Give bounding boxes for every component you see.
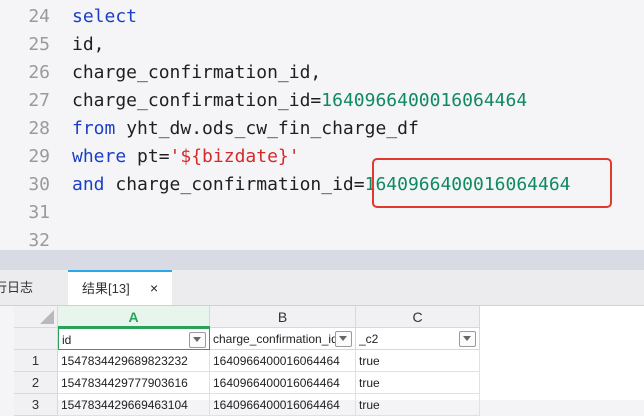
code-token: and	[72, 174, 105, 195]
row-number: 3	[14, 394, 58, 416]
field-name: _c2	[359, 332, 379, 346]
code-text: id,	[72, 31, 105, 59]
chevron-down-icon[interactable]	[459, 331, 476, 347]
table-cell[interactable]: true	[356, 372, 480, 394]
table-cell[interactable]: 1547834429669463104	[58, 394, 210, 416]
table-cell[interactable]: 1640966400016064464	[210, 372, 356, 394]
table-cell[interactable]: true	[356, 350, 480, 372]
panel-divider[interactable]	[0, 250, 644, 270]
code-text: charge_confirmation_id,	[72, 59, 321, 87]
select-all-icon	[40, 310, 54, 324]
field-name: id	[62, 333, 72, 347]
result-grid: A B C id charge_confirmation_id _c2 1 15…	[0, 306, 644, 416]
field-row-header	[14, 328, 58, 350]
field-name: charge_confirmation_id	[213, 332, 337, 346]
select-all-corner[interactable]	[14, 306, 58, 328]
code-token: =	[353, 174, 365, 195]
code-token: from	[72, 118, 116, 139]
line-number: 29	[28, 146, 50, 167]
code-line[interactable]: 27 charge_confirmation_id=164096640001606…	[0, 87, 644, 115]
code-line[interactable]: 28 from yht_dw.ods_cw_fin_charge_df	[0, 115, 644, 143]
table-cell[interactable]: 1547834429777903616	[58, 372, 210, 394]
code-line[interactable]: 25 id,	[0, 31, 644, 59]
line-number: 31	[28, 202, 50, 223]
code-token: 1640966400016064464	[321, 90, 528, 111]
line-number: 25	[28, 34, 50, 55]
code-token: where	[72, 146, 127, 167]
close-icon[interactable]: ×	[150, 272, 158, 305]
table-cell[interactable]: 1640966400016064464	[210, 350, 356, 372]
field-filter-c2[interactable]: _c2	[356, 328, 480, 350]
code-text: from yht_dw.ods_cw_fin_charge_df	[72, 115, 419, 143]
code-token: charge_confirmation_id	[104, 174, 354, 195]
result-tabbar: 行日志 结果[13] ×	[0, 270, 644, 306]
line-number: 28	[28, 118, 50, 139]
tab-result[interactable]: 结果[13] ×	[68, 270, 172, 305]
code-line[interactable]: 26 charge_confirmation_id,	[0, 59, 644, 87]
code-text: select	[72, 3, 137, 31]
line-number: 30	[28, 174, 50, 195]
chevron-down-icon[interactable]	[335, 331, 352, 347]
tab-run-log[interactable]: 行日志	[0, 270, 66, 305]
line-number: 27	[28, 90, 50, 111]
grid-left-gutter	[0, 306, 14, 400]
line-number: 26	[28, 62, 50, 83]
code-text: charge_confirmation_id=16409664000160644…	[72, 87, 527, 115]
table-cell[interactable]: 1640966400016064464	[210, 394, 356, 416]
column-header-c[interactable]: C	[356, 306, 480, 328]
table-cell[interactable]: true	[356, 394, 480, 416]
table-cell[interactable]: 1547834429689823232	[58, 350, 210, 372]
field-filter-id[interactable]: id	[58, 328, 210, 350]
code-token: select	[72, 6, 138, 27]
row-number: 1	[14, 350, 58, 372]
highlight-annotation	[372, 158, 612, 208]
code-text: where pt='${bizdate}'	[72, 143, 300, 171]
code-token: id,	[72, 34, 105, 55]
code-token: charge_confirmation_id	[72, 90, 311, 111]
code-line[interactable]: 24 select	[0, 3, 644, 31]
sql-editor[interactable]: 24 select 25 id, 26 charge_confirmation_id, 27…	[0, 0, 644, 250]
code-token: pt=	[126, 146, 170, 167]
field-filter-charge-confirmation-id[interactable]: charge_confirmation_id	[210, 328, 356, 350]
code-token: yht_dw.ods_cw_fin_charge_df	[115, 118, 419, 139]
chevron-down-icon[interactable]	[189, 332, 206, 348]
code-token: '${bizdate}'	[169, 146, 300, 167]
line-number: 24	[28, 6, 50, 27]
row-number: 2	[14, 372, 58, 394]
column-header-b[interactable]: B	[210, 306, 356, 328]
code-line[interactable]: 32	[0, 227, 644, 250]
column-header-a[interactable]: A	[58, 306, 210, 328]
code-token: charge_confirmation_id,	[72, 62, 322, 83]
tab-run-log-label: 行日志	[0, 280, 34, 295]
code-token: =	[310, 90, 322, 111]
tab-result-label: 结果[13]	[82, 281, 130, 296]
line-number: 32	[28, 230, 50, 250]
